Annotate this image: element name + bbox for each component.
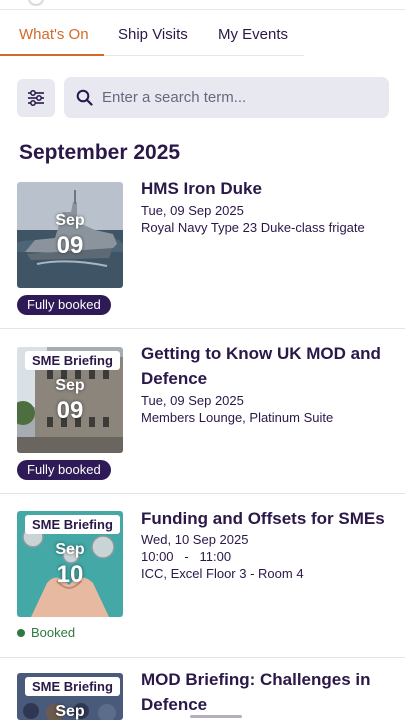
event-month: Sep: [55, 541, 85, 558]
app-logo-icon: [28, 0, 44, 6]
booked-label: Booked: [31, 625, 76, 640]
event-title[interactable]: Funding and Offsets for SMEs: [141, 506, 391, 531]
status-badge: Fully booked: [17, 460, 111, 480]
search-box: [64, 77, 389, 118]
event-date: Wed, 10 Sep 2025: [141, 532, 249, 547]
search-input[interactable]: [102, 77, 382, 118]
event-day: 09: [56, 232, 84, 259]
event-title[interactable]: Getting to Know UK MOD and Defence: [141, 341, 391, 391]
top-strip: [0, 0, 405, 10]
home-indicator: [190, 715, 242, 718]
event-thumbnail[interactable]: SME Briefing Sep 09: [17, 347, 123, 453]
filter-button[interactable]: [17, 79, 55, 117]
event-date: Tue, 09 Sep 2025: [141, 393, 244, 408]
tab-divider: [104, 55, 304, 56]
event-location: ICC, Excel Floor 3 - Room 4: [141, 566, 304, 581]
event-title[interactable]: MOD Briefing: Challenges in Defence: [141, 667, 391, 717]
event-date: Tue, 09 Sep 2025: [141, 203, 244, 218]
card-divider: [0, 493, 405, 494]
active-tab-indicator: [0, 54, 104, 56]
event-day: 09: [56, 397, 84, 424]
event-month: Sep: [55, 703, 85, 720]
category-tag: SME Briefing: [25, 677, 120, 696]
tab-whats-on[interactable]: What's On: [19, 26, 89, 43]
category-tag: SME Briefing: [25, 351, 120, 370]
tab-bar: What's On Ship Visits My Events: [0, 12, 405, 56]
search-icon: [76, 89, 93, 106]
month-heading: September 2025: [19, 141, 181, 164]
event-time: 10:00 - 11:00: [141, 549, 232, 564]
event-day: 10: [56, 561, 84, 588]
status-dot-icon: [17, 629, 25, 637]
card-divider: [0, 657, 405, 658]
event-month: Sep: [55, 377, 85, 394]
event-thumbnail[interactable]: SME Briefing Sep: [17, 673, 123, 720]
event-thumbnail[interactable]: SME Briefing Sep 10: [17, 511, 123, 617]
event-location: Royal Navy Type 23 Duke-class frigate: [141, 220, 365, 235]
tab-ship-visits[interactable]: Ship Visits: [118, 26, 188, 43]
category-tag: SME Briefing: [25, 515, 120, 534]
event-title[interactable]: HMS Iron Duke: [141, 176, 391, 201]
event-month: Sep: [55, 212, 85, 229]
tab-my-events[interactable]: My Events: [218, 26, 288, 43]
event-thumbnail[interactable]: Sep 09: [17, 182, 123, 288]
event-location: Members Lounge, Platinum Suite: [141, 410, 334, 425]
card-divider: [0, 328, 405, 329]
booked-status: Booked: [17, 625, 75, 640]
status-badge: Fully booked: [17, 295, 111, 315]
sliders-icon: [28, 90, 44, 106]
